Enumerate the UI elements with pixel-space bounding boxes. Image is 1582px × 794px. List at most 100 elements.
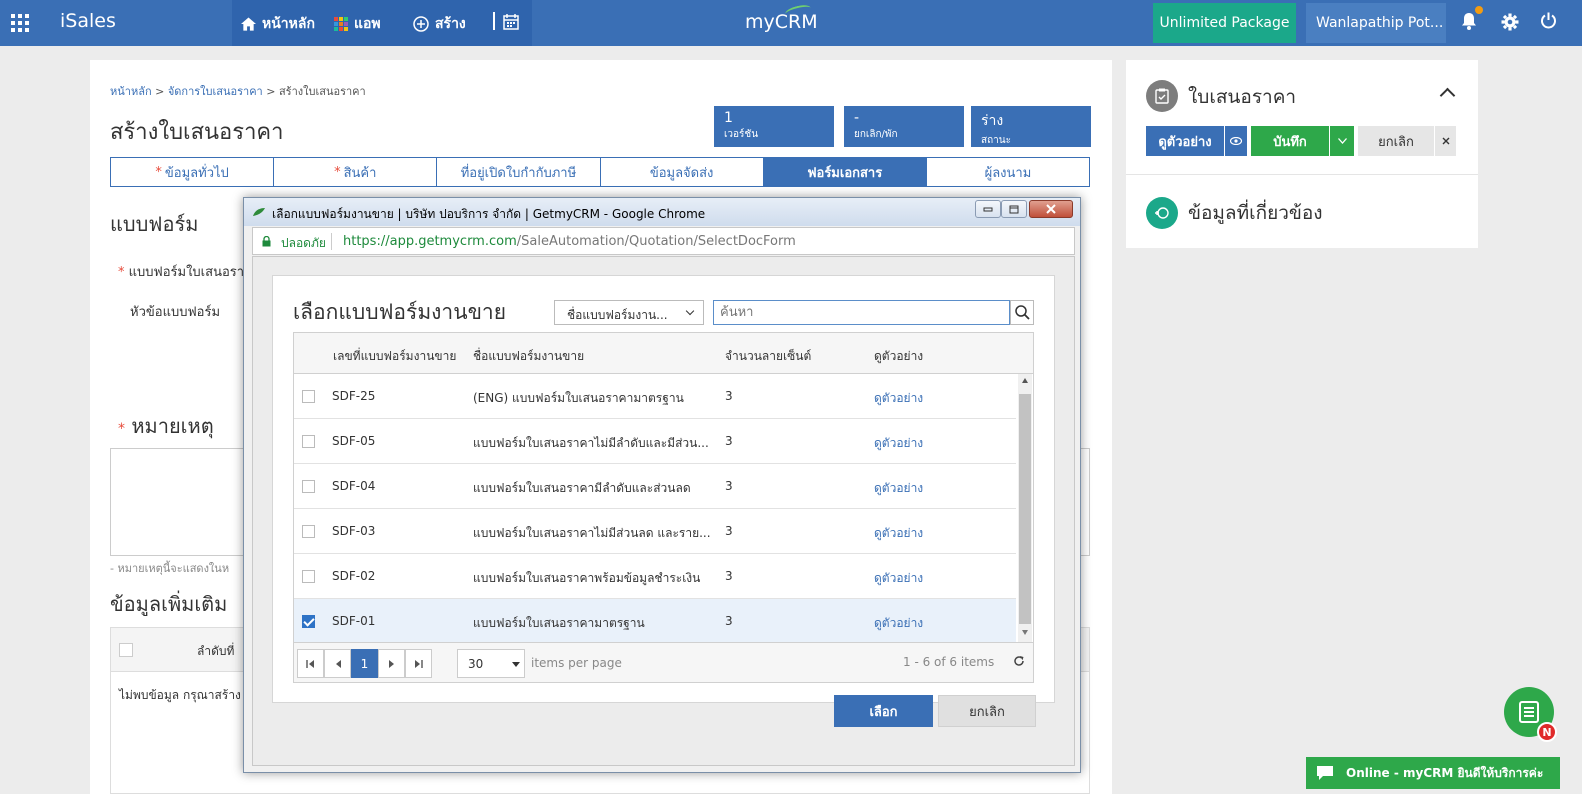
related-info-title[interactable]: ข้อมูลที่เกี่ยวข้อง bbox=[1188, 198, 1323, 228]
brand-name[interactable]: iSales bbox=[60, 10, 116, 32]
tab-shipping-info[interactable]: ข้อมูลจัดส่ง bbox=[601, 158, 764, 186]
preview-button[interactable]: ดูตัวอย่าง bbox=[1146, 126, 1224, 156]
row-checkbox[interactable] bbox=[302, 390, 315, 403]
column-preview[interactable]: ดูตัวอย่าง bbox=[874, 347, 923, 366]
chat-bar-text: Online - myCRM ยินดีให้บริการค่ะ bbox=[1346, 765, 1544, 780]
popup-cancel-button[interactable]: ยกเลิก bbox=[938, 695, 1036, 727]
gear-icon[interactable] bbox=[1501, 13, 1519, 31]
preview-link[interactable]: ดูตัวอย่าง bbox=[874, 389, 923, 408]
column-form-number[interactable]: เลขที่แบบฟอร์มงานขาย bbox=[333, 347, 456, 366]
row-checkbox[interactable] bbox=[302, 480, 315, 493]
apps-grid-icon bbox=[334, 17, 348, 31]
row-checkbox[interactable] bbox=[302, 615, 315, 628]
search-field-select[interactable]: ชื่อแบบฟอร์มงาน... bbox=[554, 300, 704, 325]
signature-count: 3 bbox=[725, 434, 733, 448]
table-row[interactable]: SDF-04 แบบฟอร์มใบเสนอราคามีลำดับและส่วนล… bbox=[294, 464, 1016, 509]
save-dropdown-button[interactable] bbox=[1330, 126, 1354, 156]
preview-link[interactable]: ดูตัวอย่าง bbox=[874, 524, 923, 543]
row-checkbox[interactable] bbox=[302, 435, 315, 448]
last-page-button[interactable] bbox=[405, 649, 432, 678]
scrollbar-thumb[interactable] bbox=[1019, 394, 1031, 624]
user-menu-button[interactable]: Wanlapathip Pot... bbox=[1306, 3, 1446, 43]
row-checkbox[interactable] bbox=[302, 570, 315, 583]
preview-link[interactable]: ดูตัวอย่าง bbox=[874, 569, 923, 588]
next-page-button[interactable] bbox=[378, 649, 405, 678]
page-size-select[interactable]: 30 bbox=[457, 649, 525, 678]
table-row[interactable]: SDF-03 แบบฟอร์มใบเสนอราคาไม่มีส่วนลด และ… bbox=[294, 509, 1016, 554]
scroll-down-icon[interactable] bbox=[1022, 630, 1028, 635]
last-page-icon bbox=[415, 659, 423, 668]
form-field-label: * แบบฟอร์มใบเสนอรา bbox=[118, 265, 245, 280]
preview-link[interactable]: ดูตัวอย่าง bbox=[874, 614, 923, 633]
tab-general-info[interactable]: * ข้อมูลทั่วไป bbox=[111, 158, 275, 186]
table-row[interactable]: SDF-25 (ENG) แบบฟอร์มใบเสนอราคามาตรฐาน 3… bbox=[294, 374, 1016, 419]
tab-document-form[interactable]: ฟอร์มเอกสาร bbox=[763, 158, 927, 186]
grid-pager: 1 30 items per page 1 - 6 of 6 items bbox=[294, 642, 1033, 682]
close-icon bbox=[1442, 137, 1449, 145]
nav-create-label: สร้าง bbox=[435, 16, 466, 32]
prev-page-button[interactable] bbox=[324, 649, 351, 678]
signature-count: 3 bbox=[725, 614, 733, 628]
scroll-up-icon[interactable] bbox=[1022, 378, 1028, 383]
select-all-checkbox[interactable] bbox=[119, 643, 133, 657]
related-info-icon bbox=[1146, 197, 1178, 229]
chevron-down-icon bbox=[1337, 138, 1347, 144]
mycrm-logo[interactable]: myCRM bbox=[745, 11, 818, 33]
select-button[interactable]: เลือก bbox=[834, 695, 933, 727]
table-row[interactable]: SDF-05 แบบฟอร์มใบเสนอราคาไม่มีลำดับและมี… bbox=[294, 419, 1016, 464]
refresh-icon[interactable] bbox=[1013, 655, 1025, 667]
address-bar[interactable]: ปลอดภัย https://app.getmycrm.com/SaleAut… bbox=[252, 227, 1075, 255]
calendar-icon[interactable] bbox=[503, 14, 519, 30]
nav-apps[interactable]: แอพ bbox=[334, 13, 381, 35]
breadcrumb-manage-quotation[interactable]: จัดการใบเสนอราคา bbox=[168, 85, 263, 98]
chevron-down-icon bbox=[685, 306, 695, 316]
form-code: SDF-05 bbox=[332, 434, 376, 448]
collapse-chevron-icon[interactable] bbox=[1439, 87, 1456, 104]
form-code: SDF-03 bbox=[332, 524, 376, 538]
minimize-button[interactable] bbox=[975, 200, 1001, 218]
form-name: แบบฟอร์มใบเสนอราคาไม่มีลำดับและมีส่วน... bbox=[473, 436, 709, 450]
row-checkbox[interactable] bbox=[302, 525, 315, 538]
tab-products[interactable]: * สินค้า bbox=[274, 158, 438, 186]
grid-body: SDF-25 (ENG) แบบฟอร์มใบเสนอราคามาตรฐาน 3… bbox=[294, 374, 1016, 642]
dropdown-arrow-icon bbox=[512, 662, 520, 667]
power-icon[interactable] bbox=[1540, 12, 1557, 30]
table-row[interactable]: SDF-02 แบบฟอร์มใบเสนอราคาพร้อมข้อมูลชำระ… bbox=[294, 554, 1016, 599]
column-signature-count[interactable]: จำนวนลายเซ็นต์ bbox=[725, 347, 811, 366]
notification-dot bbox=[1475, 6, 1483, 14]
maximize-button[interactable] bbox=[1001, 200, 1027, 218]
close-button[interactable] bbox=[1434, 126, 1456, 156]
table-row-selected[interactable]: SDF-01 แบบฟอร์มใบเสนอราคามาตรฐาน 3 ดูตัว… bbox=[294, 599, 1016, 642]
signature-count: 3 bbox=[725, 524, 733, 538]
window-close-button[interactable] bbox=[1029, 200, 1073, 218]
online-chat-bar[interactable]: Online - myCRM ยินดีให้บริการค่ะ bbox=[1306, 757, 1560, 789]
window-titlebar[interactable]: เลือกแบบฟอร์มงานขาย | บริษัท ปอบริการ จำ… bbox=[244, 198, 1080, 226]
tab-signers[interactable]: ผู้ลงนาม bbox=[927, 158, 1089, 186]
package-button[interactable]: Unlimited Package bbox=[1153, 3, 1296, 43]
top-navbar: iSales หน้าหลัก แอพ สร้าง myCRM Unlimite… bbox=[0, 0, 1582, 46]
grid-scrollbar[interactable] bbox=[1018, 374, 1032, 642]
preview-link[interactable]: ดูตัวอย่าง bbox=[874, 479, 923, 498]
cancel-button[interactable]: ยกเลิก bbox=[1358, 126, 1434, 156]
minimize-icon bbox=[983, 207, 993, 212]
search-input[interactable] bbox=[713, 300, 1010, 325]
app-launcher-icon[interactable] bbox=[11, 14, 29, 32]
close-icon bbox=[1046, 204, 1056, 214]
preview-eye-button[interactable] bbox=[1225, 126, 1247, 156]
form-tabs: * ข้อมูลทั่วไป * สินค้า ที่อยู่เปิดใบกำกับ… bbox=[110, 157, 1090, 187]
tab-billing-address[interactable]: ที่อยู่เปิดใบกำกับภาษี bbox=[437, 158, 601, 186]
search-button[interactable] bbox=[1010, 300, 1034, 325]
chat-badge: N bbox=[1537, 722, 1557, 742]
breadcrumb-home[interactable]: หน้าหลัก bbox=[110, 85, 152, 98]
nav-create[interactable]: สร้าง bbox=[413, 13, 466, 35]
first-page-button[interactable] bbox=[297, 649, 324, 678]
preview-link[interactable]: ดูตัวอย่าง bbox=[874, 434, 923, 453]
column-form-name[interactable]: ชื่อแบบฟอร์มงานขาย bbox=[473, 347, 584, 366]
dialog-title: เลือกแบบฟอร์มงานขาย bbox=[293, 300, 507, 324]
bell-icon[interactable] bbox=[1461, 12, 1477, 30]
form-code: SDF-04 bbox=[332, 479, 376, 493]
form-list-grid: เลขที่แบบฟอร์มงานขาย ชื่อแบบฟอร์มงานขาย … bbox=[293, 332, 1034, 683]
nav-home[interactable]: หน้าหลัก bbox=[241, 13, 315, 35]
page-number-button[interactable]: 1 bbox=[351, 649, 378, 678]
save-button[interactable]: บันทึก bbox=[1251, 126, 1329, 156]
